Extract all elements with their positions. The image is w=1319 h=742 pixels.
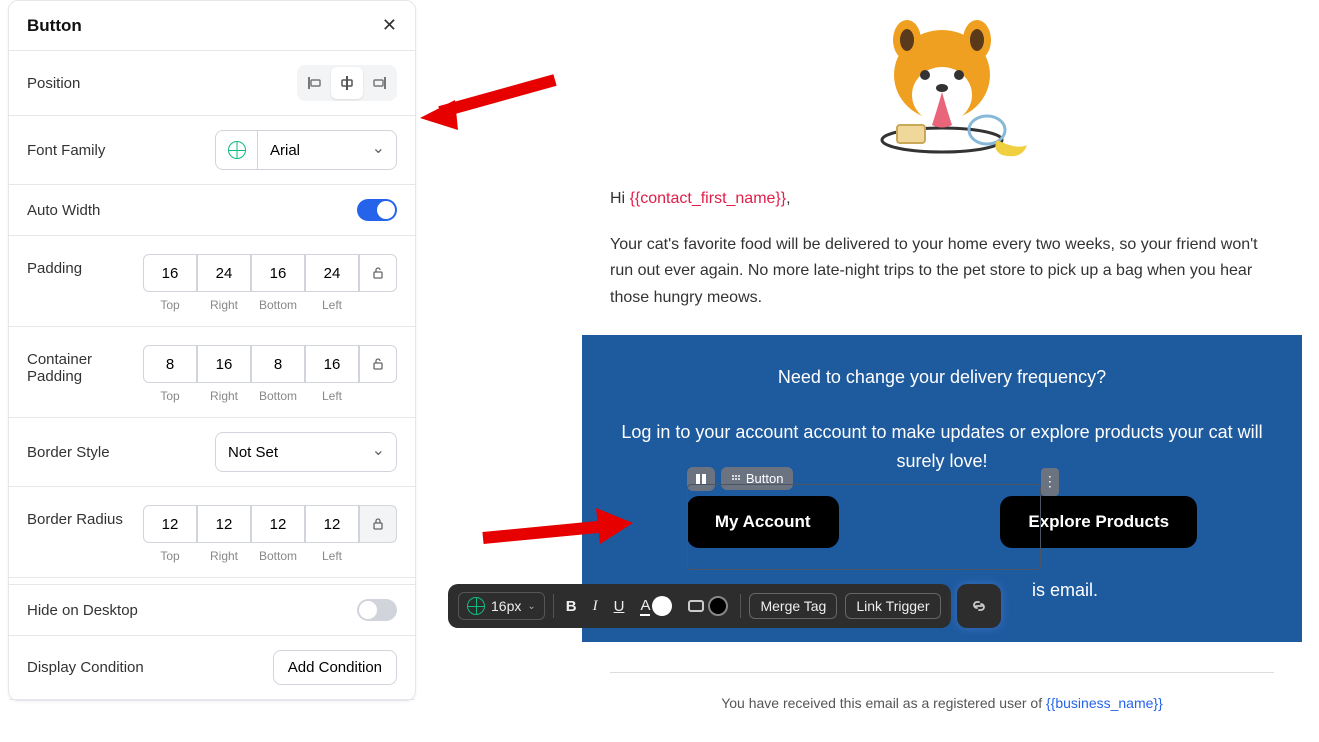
padding-lock-button[interactable] <box>359 254 397 292</box>
cta-heading: Need to change your delivery frequency? <box>606 363 1278 392</box>
merge-tag-contact-name: {{contact_first_name}} <box>630 190 787 207</box>
text-toolbar: 16px ⌄ B I U A Merge Tag Link Trigger <box>448 584 1001 628</box>
padding-right-input[interactable] <box>197 254 251 292</box>
color-swatch-icon <box>708 596 728 616</box>
color-swatch-icon <box>652 596 672 616</box>
font-family-group <box>215 130 397 170</box>
close-icon[interactable]: ✕ <box>382 15 397 36</box>
auto-width-toggle[interactable] <box>357 199 397 221</box>
container-padding-label: Container Padding <box>27 341 143 385</box>
lock-icon <box>371 357 385 371</box>
merge-tag-button[interactable]: Merge Tag <box>749 593 837 619</box>
font-globe-button[interactable] <box>215 130 257 170</box>
greeting-line: Hi {{contact_first_name}}, <box>610 190 1302 208</box>
bold-button[interactable]: B <box>562 594 581 619</box>
drag-icon <box>731 474 741 484</box>
globe-icon <box>467 597 485 615</box>
add-condition-button[interactable]: Add Condition <box>273 650 397 685</box>
selection-outline: ⋮ <box>687 484 1041 570</box>
container-padding-lock-button[interactable] <box>359 345 397 383</box>
italic-button[interactable]: I <box>589 594 602 619</box>
align-left-icon <box>307 75 323 91</box>
border-style-select[interactable] <box>215 432 397 472</box>
annotation-arrow-2 <box>478 498 638 558</box>
border-radius-bottom-input[interactable] <box>251 505 305 543</box>
font-family-select[interactable] <box>257 130 397 170</box>
border-radius-row: Border Radius Top Right Bottom Left <box>9 487 415 578</box>
globe-icon <box>228 141 246 159</box>
border-style-label: Border Style <box>27 444 110 461</box>
merge-tag-business-name: {{business_name}} <box>1046 695 1163 711</box>
font-family-row: Font Family <box>9 116 415 185</box>
hide-desktop-label: Hide on Desktop <box>27 602 138 619</box>
align-right-icon <box>371 75 387 91</box>
container-padding-top-input[interactable] <box>143 345 197 383</box>
padding-top-input[interactable] <box>143 254 197 292</box>
divider <box>610 672 1274 673</box>
more-options-handle[interactable]: ⋮ <box>1041 468 1059 496</box>
link-button[interactable] <box>957 584 1001 628</box>
padding-row: Padding Top Right Bottom Left <box>9 236 415 327</box>
container-padding-right-input[interactable] <box>197 345 251 383</box>
background-color-button[interactable] <box>684 592 732 620</box>
display-condition-label: Display Condition <box>27 659 144 676</box>
display-condition-row: Display Condition Add Condition <box>9 636 415 700</box>
rect-icon <box>688 600 704 612</box>
container-padding-left-input[interactable] <box>305 345 359 383</box>
position-row: Position <box>9 51 415 116</box>
position-segmented <box>297 65 397 101</box>
container-padding-bottom-input[interactable] <box>251 345 305 383</box>
position-label: Position <box>27 75 80 92</box>
font-size-selector[interactable]: 16px ⌄ <box>458 592 545 620</box>
border-radius-right-input[interactable] <box>197 505 251 543</box>
body-paragraph: Your cat's favorite food will be deliver… <box>610 232 1274 311</box>
hide-desktop-toggle[interactable] <box>357 599 397 621</box>
border-style-row: Border Style <box>9 418 415 487</box>
padding-label: Padding <box>27 250 143 277</box>
button-row: Button ⋮ My Account Explore Products <box>606 496 1278 548</box>
footer-text: You have received this email as a regist… <box>582 695 1302 711</box>
auto-width-label: Auto Width <box>27 202 100 219</box>
link-trigger-button[interactable]: Link Trigger <box>845 593 940 619</box>
dog-illustration <box>842 0 1042 170</box>
padding-bottom-input[interactable] <box>251 254 305 292</box>
align-center-button[interactable] <box>331 67 363 99</box>
border-radius-top-input[interactable] <box>143 505 197 543</box>
border-radius-label: Border Radius <box>27 501 143 528</box>
underline-button[interactable]: U <box>610 594 629 619</box>
align-left-button[interactable] <box>299 67 331 99</box>
panel-title: Button <box>27 16 82 36</box>
hide-desktop-row: Hide on Desktop <box>9 584 415 636</box>
lock-icon <box>371 266 385 280</box>
auto-width-row: Auto Width <box>9 185 415 236</box>
font-family-label: Font Family <box>27 142 105 159</box>
annotation-arrow-1 <box>420 70 560 130</box>
border-radius-left-input[interactable] <box>305 505 359 543</box>
align-right-button[interactable] <box>363 67 395 99</box>
padding-left-input[interactable] <box>305 254 359 292</box>
align-center-icon <box>339 75 355 91</box>
panel-header: Button ✕ <box>9 1 415 51</box>
text-color-button[interactable]: A <box>636 592 676 620</box>
chevron-down-icon: ⌄ <box>527 601 535 612</box>
link-icon <box>969 596 989 616</box>
button-properties-panel: Button ✕ Position Font Family Auto Width <box>8 0 416 701</box>
container-padding-row: Container Padding Top Right Bottom Left <box>9 327 415 418</box>
lock-icon <box>371 517 385 531</box>
border-radius-lock-button[interactable] <box>359 505 397 543</box>
